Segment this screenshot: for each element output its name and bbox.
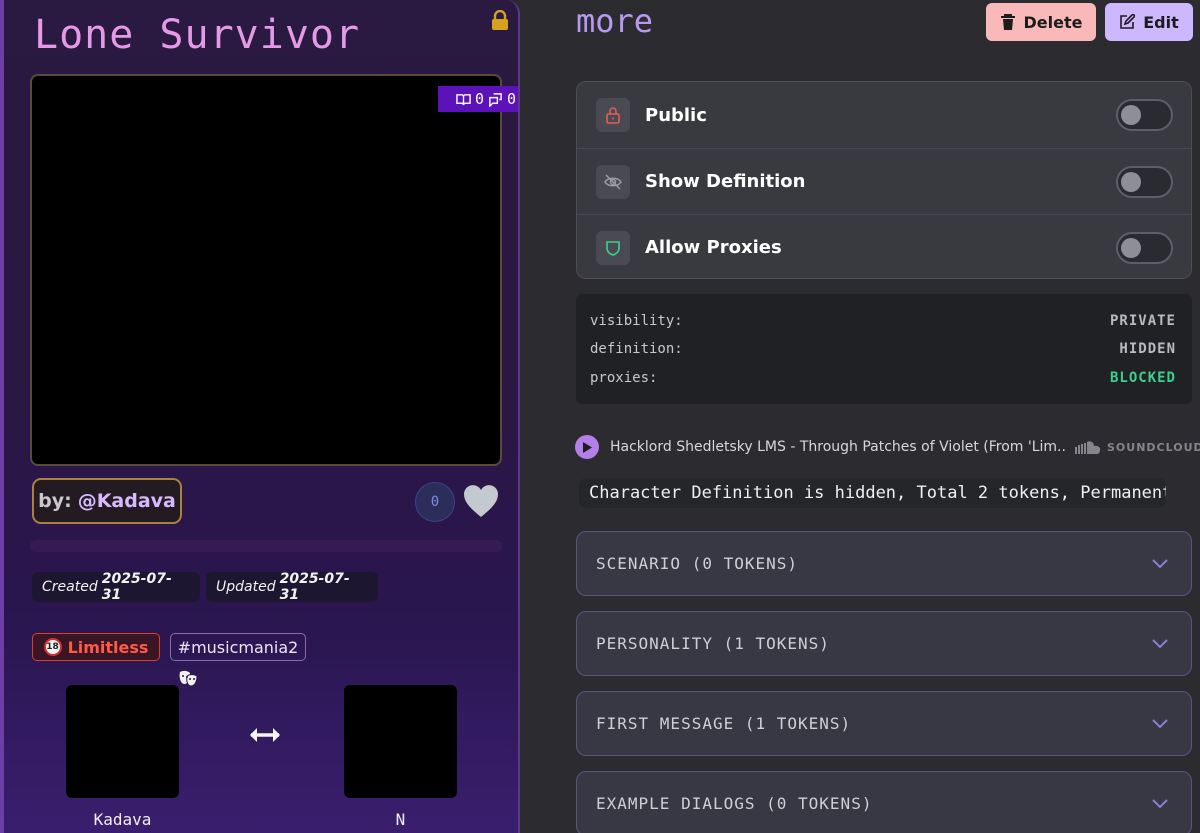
settings-card: Public Show Definition Allow Proxies (576, 81, 1192, 279)
edit-button[interactable]: Edit (1105, 3, 1193, 41)
soundcloud-label: SOUNDCLOUD (1107, 440, 1200, 454)
status-value: PRIVATE (1109, 313, 1176, 329)
accordion-first-message[interactable]: FIRST MESSAGE (1 TOKENS) (576, 691, 1192, 756)
rating-label: Limitless (67, 637, 149, 657)
edit-label: Edit (1143, 12, 1179, 32)
accordion-label: FIRST MESSAGE (1 TOKENS) (596, 714, 852, 733)
status-summary: visibility: PRIVATE definition: HIDDEN p… (576, 294, 1192, 404)
chat-count: 0 (507, 90, 517, 108)
created-value: 2025-07-31 (101, 571, 172, 603)
chevron-down-icon (1152, 798, 1168, 808)
author-link[interactable]: by: @Kadava (32, 478, 182, 524)
setting-show-definition: Show Definition (577, 148, 1191, 214)
like-count: 0 (415, 482, 455, 522)
status-value: BLOCKED (1109, 370, 1176, 386)
character-card: Lone Survivor 0 0 by: @Kadava 0 Created … (0, 0, 520, 833)
created-date: Created 2025-07-31 (32, 571, 200, 603)
chevron-down-icon (1152, 638, 1168, 648)
allow-proxies-toggle[interactable] (1116, 231, 1173, 264)
chat-icon (489, 92, 502, 107)
setting-icon-box (596, 164, 630, 199)
avatar-right[interactable] (344, 685, 457, 798)
track-title[interactable]: Hacklord Shedletsky LMS - Through Patche… (610, 439, 1065, 455)
definition-note: Character Definition is hidden, Total 2 … (579, 478, 1166, 508)
accordion-personality[interactable]: PERSONALITY (1 TOKENS) (576, 611, 1192, 676)
soundcloud-icon (1075, 441, 1101, 454)
updated-value: 2025-07-31 (279, 571, 350, 603)
rating-tag[interactable]: 18 Limitless (32, 633, 160, 661)
accordion-label: PERSONALITY (1 TOKENS) (596, 634, 830, 653)
eye-off-icon (604, 173, 622, 190)
avatar-right-label: N (395, 810, 406, 829)
music-player: Hacklord Shedletsky LMS - Through Patche… (575, 434, 1200, 460)
heart-icon[interactable] (462, 483, 500, 519)
shield-icon (606, 240, 620, 256)
lock-icon (606, 107, 620, 124)
status-row: proxies: BLOCKED (590, 368, 1176, 388)
status-row: definition: HIDDEN (590, 339, 1176, 359)
setting-icon-box (596, 98, 630, 132)
created-label: Created (42, 579, 98, 595)
character-title: Lone Survivor (34, 12, 361, 58)
updated-date: Updated 2025-07-31 (206, 571, 378, 603)
updated-label: Updated (216, 579, 276, 595)
book-count: 0 (474, 90, 484, 108)
author-prefix: by: (38, 490, 72, 512)
chevron-down-icon (1152, 718, 1168, 728)
counter-badge: 0 0 (438, 86, 518, 112)
accordion-example-dialogs[interactable]: EXAMPLE DIALOGS (0 TOKENS) (576, 771, 1192, 833)
status-key: visibility: (590, 313, 683, 329)
accordion-scenario[interactable]: SCENARIO (0 TOKENS) (576, 531, 1192, 596)
accordion-label: EXAMPLE DIALOGS (0 TOKENS) (596, 794, 873, 813)
setting-allow-proxies: Allow Proxies (577, 214, 1191, 280)
author-name: @Kadava (77, 490, 176, 512)
setting-label: Public (645, 104, 707, 126)
accordion-label: SCENARIO (0 TOKENS) (596, 554, 799, 573)
setting-public: Public (577, 82, 1191, 148)
status-key: proxies: (590, 370, 658, 386)
setting-icon-box (596, 230, 630, 265)
section-title: more (576, 2, 654, 40)
swap-arrows-icon (250, 728, 280, 742)
setting-label: Allow Proxies (645, 237, 782, 258)
setting-label: Show Definition (645, 171, 806, 192)
status-key: definition: (590, 341, 683, 357)
delete-button[interactable]: Delete (986, 3, 1096, 41)
avatar-left-label: Kadava (93, 810, 152, 829)
soundcloud-logo: SOUNDCLOUD (1075, 440, 1200, 454)
status-value: HIDDEN (1119, 341, 1176, 357)
lock-icon (492, 10, 508, 30)
theater-mask-icon (179, 670, 198, 687)
hashtag-tag[interactable]: #musicmania2 (170, 633, 306, 661)
delete-label: Delete (1023, 12, 1083, 32)
trash-icon (1000, 14, 1015, 30)
public-toggle[interactable] (1116, 99, 1173, 131)
age-restriction-icon: 18 (43, 638, 62, 656)
chevron-down-icon (1152, 558, 1168, 568)
character-image[interactable] (30, 74, 502, 466)
card-divider (30, 540, 502, 552)
avatar-left[interactable] (66, 685, 179, 798)
book-icon (456, 93, 471, 105)
edit-icon (1120, 14, 1136, 29)
status-row: visibility: PRIVATE (590, 311, 1176, 331)
show-definition-toggle[interactable] (1116, 165, 1173, 198)
play-icon[interactable] (575, 435, 599, 459)
